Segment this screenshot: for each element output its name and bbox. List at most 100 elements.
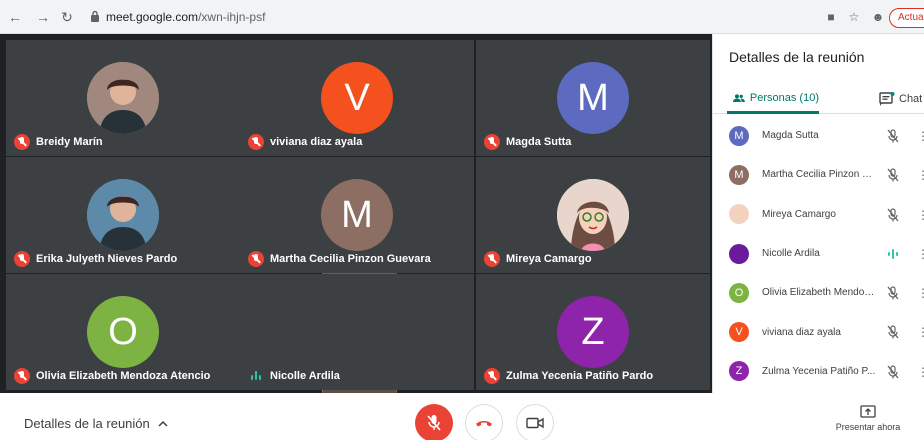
url-host: meet.google.com: [106, 10, 199, 24]
participant-tile[interactable]: Z Zulma Yecenia Patiño Pardo: [476, 274, 710, 390]
more-options-icon[interactable]: ⋮: [917, 285, 924, 301]
bookmark-star-icon[interactable]: ☆: [845, 8, 863, 26]
participant-row-name: Zulma Yecenia Patiño P...: [762, 365, 876, 377]
participant-row-name: Magda Sutta: [762, 130, 819, 142]
bottom-control-bar: Detalles de la reunión Presentar ahora: [0, 393, 924, 440]
participant-row[interactable]: Nicolle Ardila ⋮: [713, 234, 924, 273]
participant-row-name: viviana diaz ayala: [762, 326, 841, 338]
participant-name: Magda Sutta: [506, 136, 572, 148]
mic-off-icon[interactable]: [885, 207, 901, 223]
participant-row[interactable]: O Olivia Elizabeth Mendoz... ⋮: [713, 273, 924, 312]
mic-off-icon: [14, 368, 30, 384]
participant-name: Mireya Camargo: [506, 253, 592, 265]
participant-tile[interactable]: M Martha Cecilia Pinzon Guevara: [240, 157, 474, 273]
avatar-cartoon: [557, 179, 629, 251]
present-now-label: Presentar ahora: [835, 422, 901, 432]
participant-avatar: M: [729, 164, 749, 185]
tile-name-bar: Olivia Elizabeth Mendoza Atencio: [14, 368, 210, 384]
speaking-indicator-icon[interactable]: [885, 246, 901, 262]
lock-icon: [91, 10, 99, 22]
more-options-icon[interactable]: ⋮: [917, 246, 924, 262]
participant-tile[interactable]: M Magda Sutta: [476, 40, 710, 156]
participant-name: Breidy Marín: [36, 136, 103, 148]
mic-off-icon: [427, 415, 441, 431]
chat-icon: [879, 92, 895, 106]
panel-title: Detalles de la reunión: [729, 49, 865, 65]
meeting-details-label: Detalles de la reunión: [24, 416, 150, 431]
back-icon[interactable]: ←: [6, 8, 24, 26]
address-bar[interactable]: meet.google.com/xwn-ihjn-psf: [86, 4, 786, 30]
participant-tile[interactable]: Breidy Marín: [6, 40, 240, 156]
participant-row[interactable]: Vviviana diaz ayala ⋮: [713, 312, 924, 351]
chevron-up-icon: [158, 420, 168, 427]
forward-icon[interactable]: →: [34, 8, 52, 26]
camera-toggle-button[interactable]: [516, 404, 554, 440]
participant-name: Olivia Elizabeth Mendoza Atencio: [36, 370, 211, 382]
tile-name-bar: Nicolle Ardila: [248, 368, 340, 384]
tile-name-bar: Erika Julyeth Nieves Pardo: [14, 251, 177, 267]
participant-avatar: O: [729, 282, 749, 303]
avatar-photo: [87, 62, 159, 134]
participant-row-name: Nicolle Ardila: [762, 248, 820, 260]
participant-row-name: Mireya Camargo: [762, 208, 836, 220]
tile-name-bar: Breidy Marín: [14, 134, 103, 150]
participant-name: Nicolle Ardila: [270, 370, 340, 382]
speaking-indicator-icon: [248, 368, 264, 384]
participant-name: Erika Julyeth Nieves Pardo: [36, 253, 178, 265]
tab-people[interactable]: Personas (10): [727, 84, 819, 114]
tile-name-bar: Mireya Camargo: [484, 251, 592, 267]
hang-up-icon: [476, 421, 492, 427]
mic-off-icon: [484, 251, 500, 267]
mic-off-icon: [484, 134, 500, 150]
mic-off-icon: [14, 134, 30, 150]
participant-avatar: [729, 204, 749, 225]
participant-row[interactable]: Z Zulma Yecenia Patiño P... ⋮: [713, 352, 924, 391]
more-options-icon[interactable]: ⋮: [917, 128, 924, 144]
mic-off-icon: [248, 134, 264, 150]
avatar-photo: [87, 179, 159, 251]
microphone-toggle-button[interactable]: [415, 404, 453, 440]
avatar: M: [321, 179, 393, 251]
tab-people-label: Personas (10): [749, 91, 819, 104]
participant-name: viviana diaz ayala: [270, 136, 363, 148]
participant-row[interactable]: M Martha Cecilia Pinzon G... ⋮: [713, 155, 924, 194]
tile-name-bar: Magda Sutta: [484, 134, 571, 150]
tile-name-bar: viviana diaz ayala: [248, 134, 362, 150]
browser-toolbar: ← → ↻ meet.google.com/xwn-ihjn-psf ■ ☆ ☻…: [0, 0, 924, 34]
more-options-icon[interactable]: ⋮: [917, 167, 924, 183]
mic-off-icon: [14, 251, 30, 267]
participant-tile[interactable]: Vviviana diaz ayala: [240, 40, 474, 156]
camera-indicator-icon[interactable]: ■: [822, 8, 840, 26]
participant-avatar: M: [729, 125, 749, 146]
profile-icon[interactable]: ☻: [869, 8, 887, 26]
participant-tile[interactable]: Mireya Camargo: [476, 157, 710, 273]
more-options-icon[interactable]: ⋮: [917, 207, 924, 223]
mic-off-icon[interactable]: [885, 324, 901, 340]
more-options-icon[interactable]: ⋮: [917, 364, 924, 380]
meeting-details-toggle[interactable]: Detalles de la reunión: [24, 416, 168, 431]
mic-off-icon: [248, 251, 264, 267]
tile-name-bar: Zulma Yecenia Patiño Pardo: [484, 368, 653, 384]
participant-avatar: [729, 243, 749, 264]
participant-tile[interactable]: Erika Julyeth Nieves Pardo: [6, 157, 240, 273]
participant-row[interactable]: M Magda Sutta ⋮: [713, 116, 924, 155]
update-button[interactable]: Actual: [889, 8, 924, 28]
reload-icon[interactable]: ↻: [58, 8, 76, 26]
avatar: O: [87, 296, 159, 368]
mic-off-icon[interactable]: [885, 128, 901, 144]
panel-tabs: Personas (10) Chat: [713, 84, 924, 114]
url-text: meet.google.com/xwn-ihjn-psf: [106, 10, 265, 24]
leave-call-button[interactable]: [465, 404, 503, 440]
tile-name-bar: Martha Cecilia Pinzon Guevara: [248, 251, 431, 267]
tab-chat[interactable]: Chat: [879, 84, 922, 114]
participant-row[interactable]: Mireya Camargo ⋮: [713, 195, 924, 234]
mic-off-icon[interactable]: [885, 364, 901, 380]
present-now-button[interactable]: Presentar ahora: [820, 405, 916, 432]
avatar: M: [557, 62, 629, 134]
mic-off-icon[interactable]: [885, 285, 901, 301]
mic-off-icon[interactable]: [885, 167, 901, 183]
participant-tile[interactable]: Nicolle Ardila: [240, 274, 474, 390]
participant-tile[interactable]: O Olivia Elizabeth Mendoza Atencio: [6, 274, 240, 390]
people-icon: [733, 93, 745, 102]
more-options-icon[interactable]: ⋮: [917, 324, 924, 340]
